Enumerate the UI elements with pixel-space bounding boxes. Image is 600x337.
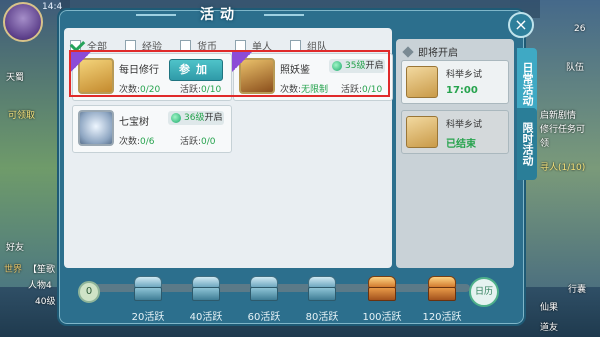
bg-label-left-4: 世界 bbox=[4, 265, 23, 275]
upcoming-name: 科举乡试 bbox=[446, 70, 483, 80]
chest-label: 80活跃 bbox=[305, 312, 339, 323]
level-gem-icon bbox=[171, 113, 181, 123]
upcoming-item[interactable]: 科举乡试 已结束 bbox=[401, 110, 509, 154]
silver-chest-icon[interactable] bbox=[134, 276, 162, 302]
bg-label-left-3: 好友 bbox=[6, 243, 25, 253]
silver-chest-icon[interactable] bbox=[250, 276, 278, 302]
checkbox-icon[interactable] bbox=[290, 39, 301, 51]
silver-orb-icon bbox=[78, 110, 114, 146]
silver-chest-icon[interactable] bbox=[192, 276, 220, 302]
checkbox-icon[interactable] bbox=[125, 39, 136, 51]
chest-label: 100活跃 bbox=[362, 312, 402, 323]
bg-label-right-8: 道友 bbox=[540, 323, 559, 333]
bg-label-left-7: 40级 bbox=[35, 297, 56, 307]
silver-chest-icon[interactable] bbox=[308, 276, 336, 302]
bg-label-right-3: 修行任务可 bbox=[540, 125, 586, 135]
level-requirement: 36级开启 bbox=[168, 111, 224, 125]
bg-label-right-4: 领 bbox=[540, 139, 550, 149]
scroll-icon bbox=[406, 116, 438, 148]
activity-active: 活跃:0/0 bbox=[180, 137, 216, 147]
close-button[interactable]: × bbox=[508, 12, 534, 38]
bg-label-right-7: 行囊 bbox=[568, 285, 587, 295]
activity-count: 次数:0/6 bbox=[119, 137, 155, 147]
scroll-icon bbox=[406, 66, 438, 98]
chest-label: 20活跃 bbox=[131, 312, 165, 323]
bg-label-right-9: 26 bbox=[574, 24, 586, 34]
checkbox-checked-icon[interactable] bbox=[70, 39, 81, 51]
chest-label: 40活跃 bbox=[189, 312, 223, 323]
chest-label: 60活跃 bbox=[247, 312, 281, 323]
bg-label-left-2: 可领取 bbox=[8, 111, 36, 121]
upcoming-name: 科举乡试 bbox=[446, 120, 483, 130]
activity-points-badge: 0 bbox=[78, 281, 100, 303]
panel-title: 活动 bbox=[100, 4, 340, 26]
gold-chest-icon[interactable] bbox=[368, 276, 396, 302]
bg-label-right-2: 启新剧情 bbox=[540, 111, 577, 121]
calendar-button[interactable]: 日历 bbox=[469, 277, 499, 307]
highlight-frame bbox=[69, 50, 390, 97]
upcoming-time: 17:00 bbox=[446, 85, 478, 96]
upcoming-heading: 即将开启 bbox=[404, 44, 458, 59]
bg-label-left-5: 【笙歌 bbox=[28, 265, 56, 275]
checkbox-icon[interactable] bbox=[180, 39, 191, 51]
bg-label-right-1: 队伍 bbox=[566, 63, 585, 73]
tab-limited-activities[interactable]: 限时活动 bbox=[517, 108, 537, 180]
bg-label-left-1: 天蜀 bbox=[6, 73, 25, 83]
upcoming-status: 已结束 bbox=[446, 139, 476, 150]
activity-name: 七宝树 bbox=[119, 117, 149, 128]
bg-label-right-5: 寻人(1/10) bbox=[540, 163, 586, 173]
player-avatar[interactable] bbox=[3, 2, 43, 42]
bg-label-left-6: 人物4 bbox=[28, 281, 52, 291]
checkbox-icon[interactable] bbox=[235, 39, 246, 51]
chest-label: 120活跃 bbox=[422, 312, 462, 323]
bg-label-right-6: 仙果 bbox=[540, 303, 559, 313]
upcoming-item[interactable]: 科举乡试 17:00 bbox=[401, 60, 509, 104]
gold-chest-icon[interactable] bbox=[428, 276, 456, 302]
activity-card-treasure-tree[interactable]: 七宝树 36级开启 次数:0/6 活跃:0/0 bbox=[72, 105, 232, 153]
